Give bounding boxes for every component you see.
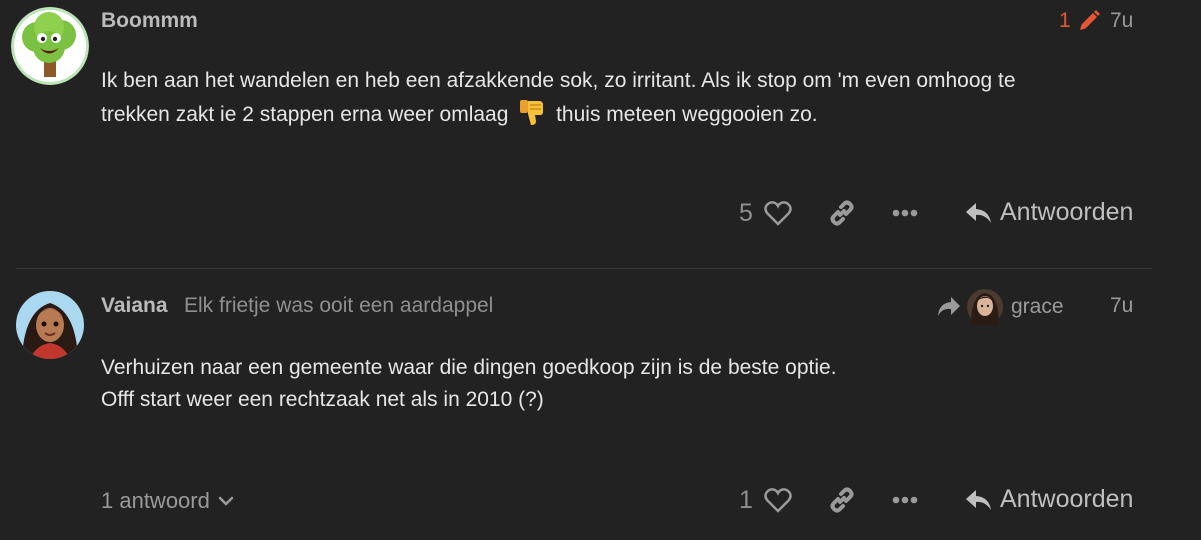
reply-label: Antwoorden	[1000, 485, 1134, 513]
post-body: Verhuizen naar een gemeente waar die din…	[101, 352, 1141, 415]
avatar[interactable]	[11, 7, 89, 85]
avatar[interactable]	[16, 291, 84, 359]
body-line: Offf start weer een rechtzaak net als in…	[101, 387, 544, 411]
grace-avatar-icon	[967, 289, 1003, 325]
post-vaiana: Vaiana Elk frietje was ooit een aardappe…	[0, 269, 1201, 540]
link-icon[interactable]	[828, 486, 856, 514]
username[interactable]: Boommm	[101, 9, 198, 33]
edit-history-button[interactable]: 1	[1059, 9, 1101, 33]
post-date[interactable]: 7u	[1110, 9, 1133, 33]
link-icon[interactable]	[828, 199, 856, 227]
more-options-icon[interactable]	[892, 496, 918, 504]
reply-button[interactable]: Antwoorden	[965, 198, 1133, 227]
body-line: Ik ben aan het wandelen en heb een afzak…	[101, 69, 1016, 92]
replies-toggle-label: 1 antwoord	[101, 488, 210, 513]
heart-icon[interactable]	[764, 487, 792, 513]
like-count[interactable]: 5	[739, 199, 753, 228]
pencil-icon	[1079, 10, 1100, 30]
body-text-segment: thuis meteen weggooien zo.	[556, 102, 818, 126]
reply-button[interactable]: Antwoorden	[965, 485, 1133, 514]
like-count[interactable]: 1	[739, 486, 753, 515]
reply-arrow-icon	[966, 489, 991, 510]
reply-label: Antwoorden	[1000, 198, 1134, 226]
body-text-segment: trekken zakt ie 2 stappen erna weer omla…	[101, 102, 509, 126]
body-line: trekken zakt ie 2 stappen erna weer omla…	[101, 97, 1141, 131]
chevron-down-icon	[218, 496, 234, 506]
username[interactable]: Vaiana	[101, 294, 168, 318]
reply-to-link[interactable]: grace	[937, 289, 1064, 325]
share-arrow-icon	[938, 297, 960, 316]
user-title: Elk frietje was ooit een aardappel	[184, 294, 494, 317]
tree-avatar-icon	[11, 7, 89, 85]
post-boommm: Boommm 1 7u Ik ben aan het wandelen en h…	[0, 0, 1201, 268]
thumbs-down-emoji-icon	[520, 99, 544, 125]
vaiana-avatar-icon	[16, 291, 84, 359]
replies-toggle[interactable]: 1 antwoord	[101, 488, 234, 514]
body-line: Verhuizen naar een gemeente waar die din…	[101, 356, 837, 379]
more-options-icon[interactable]	[892, 209, 918, 217]
edit-count: 1	[1059, 9, 1071, 32]
heart-icon[interactable]	[764, 200, 792, 226]
post-date[interactable]: 7u	[1110, 294, 1133, 318]
reply-to-username: grace	[1011, 295, 1064, 318]
reply-arrow-icon	[966, 202, 991, 223]
post-body: Ik ben aan het wandelen en heb een afzak…	[101, 65, 1141, 130]
